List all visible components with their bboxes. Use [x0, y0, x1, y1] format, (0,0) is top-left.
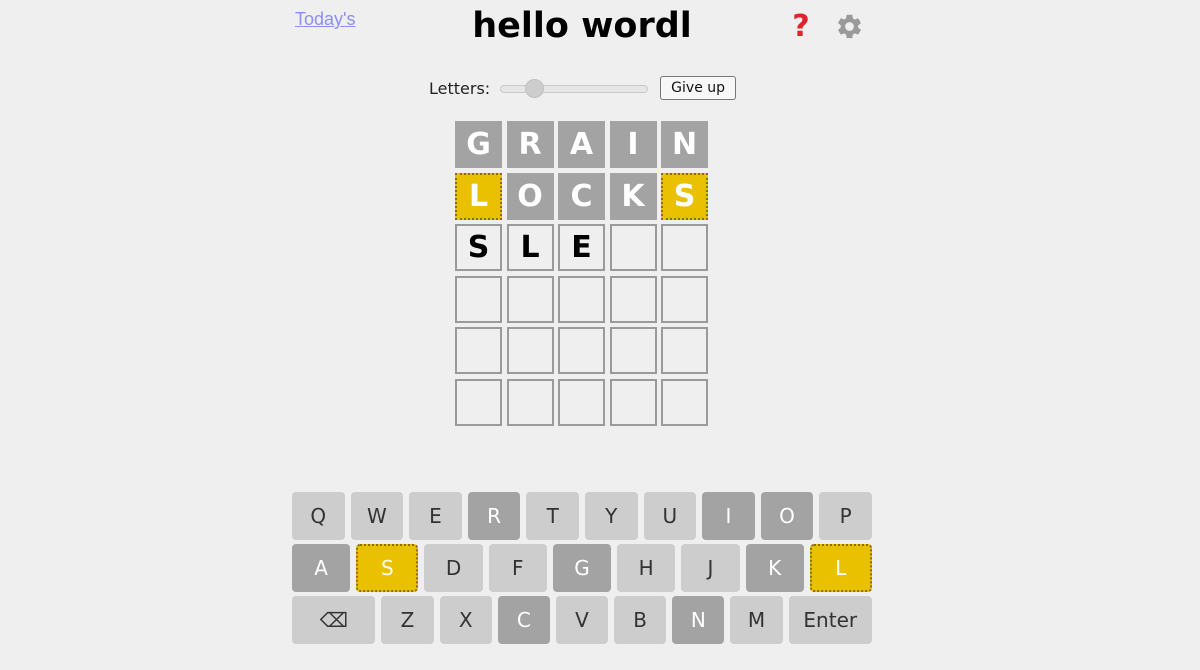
- enter-key[interactable]: Enter: [788, 596, 872, 644]
- app-title: hello wordl: [472, 6, 692, 46]
- board-tile: [609, 327, 657, 374]
- keyboard-row: ⌫ Z X C V B N M Enter: [292, 596, 872, 644]
- board-tile: S: [661, 172, 708, 220]
- key-m[interactable]: M: [730, 596, 783, 644]
- board-tile: C: [558, 172, 605, 220]
- board-tile: N: [661, 121, 708, 168]
- board-tile: [661, 275, 708, 323]
- question-mark-icon[interactable]: ?: [788, 10, 814, 44]
- slider-thumb[interactable]: [524, 79, 544, 98]
- game-controls: Letters: Give up: [429, 76, 737, 100]
- key-c[interactable]: C: [497, 596, 550, 644]
- top-bar: Today's hello wordl ?: [0, 0, 1200, 60]
- board-tile: S: [455, 224, 502, 271]
- board-tile: [455, 275, 502, 323]
- board-tile: [609, 224, 657, 271]
- board-tile: [609, 275, 657, 323]
- board-tile: [558, 378, 605, 426]
- board-tile: E: [558, 224, 605, 271]
- key-t[interactable]: T: [526, 492, 579, 540]
- key-g[interactable]: G: [552, 544, 612, 592]
- keyboard-row: QWERTYUIOP: [292, 492, 872, 540]
- key-z[interactable]: Z: [381, 596, 434, 644]
- key-l[interactable]: L: [809, 544, 872, 592]
- board-tile: [558, 275, 605, 323]
- board-tile: K: [609, 172, 657, 220]
- board-tile: L: [455, 172, 502, 220]
- board-tile: [506, 378, 554, 426]
- key-f[interactable]: F: [488, 544, 547, 592]
- board-tile: G: [455, 121, 502, 168]
- key-a[interactable]: A: [292, 544, 351, 592]
- key-k[interactable]: K: [745, 544, 804, 592]
- key-d[interactable]: D: [424, 544, 483, 592]
- board-tile: [661, 327, 708, 374]
- board-tile: [661, 378, 708, 426]
- key-b[interactable]: B: [614, 596, 667, 644]
- key-s[interactable]: S: [356, 544, 419, 592]
- key-x[interactable]: X: [439, 596, 492, 644]
- key-h[interactable]: H: [617, 544, 676, 592]
- letters-slider[interactable]: [500, 78, 649, 98]
- key-p[interactable]: P: [819, 492, 872, 540]
- key-q[interactable]: Q: [292, 492, 345, 540]
- board-tile: [506, 275, 554, 323]
- board-tile: O: [506, 172, 554, 220]
- key-v[interactable]: V: [555, 596, 609, 644]
- board-tile: [455, 327, 502, 374]
- key-j[interactable]: J: [681, 544, 740, 592]
- slider-track: [500, 85, 649, 93]
- give-up-button[interactable]: Give up: [660, 76, 737, 100]
- key-y[interactable]: Y: [584, 492, 638, 540]
- board-tile: [609, 378, 657, 426]
- on-screen-keyboard: Q W E R T Y U I O P A S D F G H J K L ⌫ Z X C V B N M Enter: [292, 492, 872, 648]
- board-tile: R: [506, 121, 554, 168]
- board-tile: [506, 327, 554, 374]
- key-u[interactable]: U: [643, 492, 697, 540]
- key-r[interactable]: R: [467, 492, 521, 540]
- keyboard-row: ASDFGHJKL: [292, 544, 872, 592]
- key-o[interactable]: O: [760, 492, 814, 540]
- board-tile: L: [506, 224, 554, 271]
- backspace-key[interactable]: ⌫: [292, 596, 376, 644]
- board-tile: A: [558, 121, 605, 168]
- letters-label: Letters:: [429, 78, 491, 98]
- game-board: GRAINLOCKSSLE: [455, 121, 708, 426]
- board-tile: I: [609, 121, 657, 168]
- board-tile: [558, 327, 605, 374]
- key-i[interactable]: I: [702, 492, 755, 540]
- key-e[interactable]: E: [409, 492, 462, 540]
- key-w[interactable]: W: [350, 492, 404, 540]
- board-tile: [661, 224, 708, 271]
- key-n[interactable]: N: [672, 596, 725, 644]
- board-tile: [455, 378, 502, 426]
- gear-icon[interactable]: [835, 12, 864, 41]
